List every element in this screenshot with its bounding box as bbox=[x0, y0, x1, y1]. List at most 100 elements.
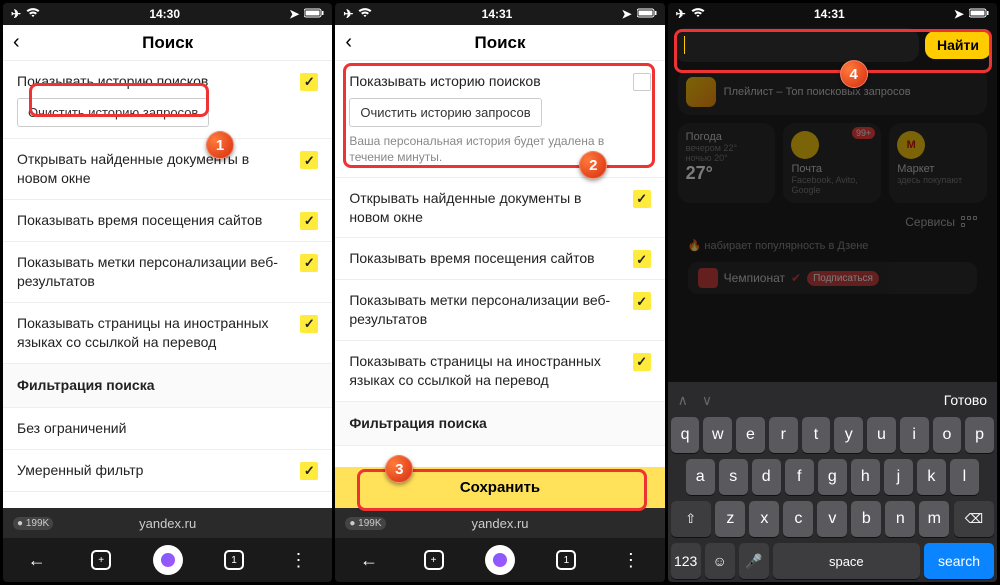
new-tab-button[interactable]: + bbox=[424, 550, 444, 570]
mic-key[interactable]: 🎤 bbox=[739, 543, 769, 579]
backspace-key[interactable]: ⌫ bbox=[954, 501, 994, 537]
checkbox-icon[interactable] bbox=[300, 254, 318, 272]
key-n[interactable]: n bbox=[885, 501, 915, 537]
services-link[interactable]: Сервисы bbox=[678, 211, 987, 233]
url-text: yandex.ru bbox=[471, 516, 528, 531]
setting-label: Открывать найденные документы в новом ок… bbox=[349, 189, 624, 227]
checkbox-icon[interactable] bbox=[300, 212, 318, 230]
key-k[interactable]: k bbox=[917, 459, 946, 495]
checkbox-icon[interactable] bbox=[633, 190, 651, 208]
back-icon[interactable]: ‹ bbox=[13, 31, 20, 54]
key-i[interactable]: i bbox=[900, 417, 929, 453]
alice-button[interactable] bbox=[485, 545, 515, 575]
alice-button[interactable] bbox=[153, 545, 183, 575]
back-button[interactable]: ← bbox=[356, 547, 382, 573]
key-c[interactable]: c bbox=[783, 501, 813, 537]
key-o[interactable]: o bbox=[933, 417, 962, 453]
key-q[interactable]: q bbox=[671, 417, 700, 453]
tabs-button[interactable]: 1 bbox=[556, 550, 576, 570]
checkbox-icon[interactable] bbox=[300, 73, 318, 91]
search-key[interactable]: search bbox=[924, 543, 994, 579]
key-p[interactable]: p bbox=[965, 417, 994, 453]
section-label: Фильтрация поиска bbox=[349, 414, 650, 433]
emoji-key[interactable]: ☺ bbox=[705, 543, 735, 579]
key-v[interactable]: v bbox=[817, 501, 847, 537]
checkbox-icon[interactable] bbox=[633, 353, 651, 371]
key-x[interactable]: x bbox=[749, 501, 779, 537]
shift-key[interactable]: ⇧ bbox=[671, 501, 711, 537]
key-j[interactable]: j bbox=[884, 459, 913, 495]
page-title: Поиск bbox=[142, 33, 193, 53]
widget-weather[interactable]: Погода вечером 22° ночью 20° 27° bbox=[678, 123, 776, 203]
clear-history-button[interactable]: Очистить историю запросов bbox=[349, 98, 541, 128]
kbd-done[interactable]: Готово bbox=[944, 392, 987, 408]
widget-title: Маркет bbox=[897, 163, 979, 175]
key-h[interactable]: h bbox=[851, 459, 880, 495]
comments-badge[interactable]: ● 199K bbox=[13, 517, 53, 530]
menu-button[interactable]: ⋮ bbox=[618, 547, 644, 573]
space-key[interactable]: space bbox=[773, 543, 920, 579]
kbd-up-icon[interactable]: ∧ bbox=[678, 392, 688, 409]
settings-list: Показывать историю поисков Очистить исто… bbox=[3, 61, 332, 508]
zen-card[interactable]: Чемпионат ✔ Подписаться bbox=[688, 262, 977, 294]
key-e[interactable]: e bbox=[736, 417, 765, 453]
key-d[interactable]: d bbox=[752, 459, 781, 495]
checkbox-icon[interactable] bbox=[300, 151, 318, 169]
url-bar[interactable]: ● 199K yandex.ru bbox=[335, 508, 664, 538]
key-l[interactable]: l bbox=[950, 459, 979, 495]
comments-badge[interactable]: ● 199K bbox=[345, 517, 385, 530]
setting-visit-time[interactable]: Показывать время посещения сайтов bbox=[3, 200, 332, 242]
setting-open-new-window[interactable]: Открывать найденные документы в новом ок… bbox=[335, 178, 664, 239]
menu-button[interactable]: ⋮ bbox=[286, 547, 312, 573]
new-tab-button[interactable]: + bbox=[91, 550, 111, 570]
setting-open-new-window[interactable]: Открывать найденные документы в новом ок… bbox=[3, 139, 332, 200]
setting-visit-time[interactable]: Показывать время посещения сайтов bbox=[335, 238, 664, 280]
setting-label: Без ограничений bbox=[17, 419, 318, 438]
checkbox-icon[interactable] bbox=[633, 250, 651, 268]
widget-mail[interactable]: 99+ Почта Facebook, Avito, Google bbox=[783, 123, 881, 203]
kbd-down-icon[interactable]: ∨ bbox=[702, 392, 712, 409]
key-u[interactable]: u bbox=[867, 417, 896, 453]
mail-icon bbox=[791, 131, 819, 159]
key-y[interactable]: y bbox=[834, 417, 863, 453]
key-m[interactable]: m bbox=[919, 501, 949, 537]
key-a[interactable]: a bbox=[686, 459, 715, 495]
tabs-button[interactable]: 1 bbox=[224, 550, 244, 570]
key-f[interactable]: f bbox=[785, 459, 814, 495]
status-time: 14:31 bbox=[482, 7, 513, 21]
setting-pers-labels[interactable]: Показывать метки персонализации веб-резу… bbox=[3, 242, 332, 303]
back-icon[interactable]: ‹ bbox=[345, 31, 352, 54]
back-button[interactable]: ← bbox=[24, 547, 50, 573]
num-key[interactable]: 123 bbox=[671, 543, 701, 579]
weather-night: ночью 20° bbox=[686, 153, 768, 163]
widget-market[interactable]: M Маркет здесь покупают bbox=[889, 123, 987, 203]
checkbox-icon[interactable] bbox=[300, 462, 318, 480]
location-icon: ➤ bbox=[954, 7, 964, 21]
key-b[interactable]: b bbox=[851, 501, 881, 537]
clear-history-button[interactable]: Очистить историю запросов bbox=[17, 98, 209, 128]
setting-label: Показывать время посещения сайтов bbox=[17, 211, 292, 230]
key-z[interactable]: z bbox=[715, 501, 745, 537]
url-bar[interactable]: ● 199K yandex.ru bbox=[3, 508, 332, 538]
setting-label: Показывать историю поисков bbox=[17, 72, 292, 91]
key-s[interactable]: s bbox=[719, 459, 748, 495]
key-w[interactable]: w bbox=[703, 417, 732, 453]
filter-no-restrict[interactable]: Без ограничений bbox=[3, 408, 332, 450]
checkbox-icon[interactable] bbox=[633, 73, 651, 91]
wifi-icon bbox=[691, 7, 705, 21]
key-g[interactable]: g bbox=[818, 459, 847, 495]
checkbox-icon[interactable] bbox=[300, 315, 318, 333]
key-r[interactable]: r bbox=[769, 417, 798, 453]
setting-foreign-pages[interactable]: Показывать страницы на иностранных языка… bbox=[335, 341, 664, 402]
find-button[interactable]: Найти bbox=[925, 31, 991, 59]
battery-icon bbox=[969, 7, 989, 21]
search-input[interactable] bbox=[674, 28, 919, 62]
subscribe-button[interactable]: Подписаться bbox=[807, 271, 879, 286]
filter-moderate[interactable]: Умеренный фильтр bbox=[3, 450, 332, 492]
setting-foreign-pages[interactable]: Показывать страницы на иностранных языка… bbox=[3, 303, 332, 364]
setting-pers-labels[interactable]: Показывать метки персонализации веб-резу… bbox=[335, 280, 664, 341]
key-t[interactable]: t bbox=[802, 417, 831, 453]
setting-show-history[interactable]: Показывать историю поисков Очистить исто… bbox=[335, 61, 664, 178]
checkbox-icon[interactable] bbox=[633, 292, 651, 310]
setting-show-history[interactable]: Показывать историю поисков Очистить исто… bbox=[3, 61, 332, 139]
